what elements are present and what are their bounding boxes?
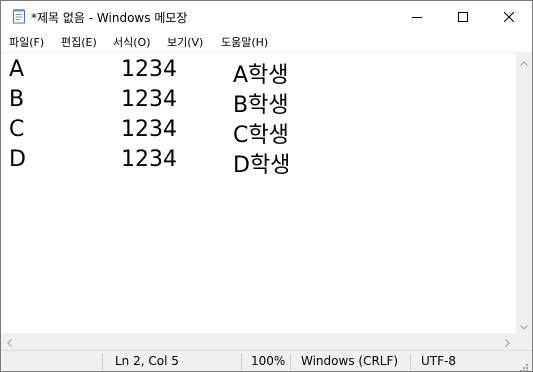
menu-help[interactable]: 도움말(H): [221, 34, 268, 50]
chevron-down-icon: [520, 315, 528, 334]
text-cell: 1234: [121, 117, 177, 142]
menu-bar: 파일(F) 편집(E) 서식(O) 보기(V) 도움말(H): [1, 31, 532, 52]
text-editor[interactable]: A 1234 A학생 B 1234 B학생 C 1234 C학생 D 1234 …: [1, 52, 516, 333]
text-cell: 1234: [121, 147, 177, 172]
text-line: C 1234 C학생: [9, 117, 289, 148]
text-line: D 1234 D학생: [9, 147, 290, 178]
menu-file[interactable]: 파일(F): [9, 34, 44, 50]
horizontal-scrollbar[interactable]: [1, 333, 516, 350]
chevron-up-icon: [520, 51, 528, 70]
status-cursor-position: Ln 2, Col 5: [115, 354, 179, 368]
text-cell: B: [9, 87, 25, 112]
close-button[interactable]: [486, 1, 532, 31]
scroll-down-button[interactable]: [516, 316, 532, 333]
resize-grip-icon[interactable]: [519, 358, 529, 371]
text-line: B 1234 B학생: [9, 87, 289, 118]
vertical-scrollbar[interactable]: [516, 52, 532, 333]
text-cell: B학생: [233, 93, 289, 118]
chevron-left-icon: [7, 332, 12, 351]
menu-view[interactable]: 보기(V): [167, 34, 203, 50]
text-cell: 1234: [121, 87, 177, 112]
text-cell: C: [9, 117, 25, 142]
window-title: *제목 없음 - Windows 메모장: [31, 11, 188, 25]
close-icon: [503, 7, 515, 26]
text-cell: A학생: [233, 63, 289, 88]
minimize-icon: [412, 7, 422, 26]
menu-edit[interactable]: 편집(E): [61, 34, 97, 50]
text-cell: A: [9, 57, 25, 82]
scroll-left-button[interactable]: [1, 333, 18, 350]
scrollbar-corner: [516, 333, 532, 350]
notepad-icon: [11, 8, 27, 24]
maximize-icon: [458, 7, 468, 26]
status-encoding: UTF-8: [421, 354, 456, 368]
title-bar[interactable]: *제목 없음 - Windows 메모장: [1, 1, 532, 31]
scroll-right-button[interactable]: [499, 333, 516, 350]
minimize-button[interactable]: [394, 1, 440, 31]
status-line-ending: Windows (CRLF): [301, 354, 399, 368]
text-cell: C학생: [233, 123, 289, 148]
scroll-up-button[interactable]: [516, 52, 532, 69]
menu-format[interactable]: 서식(O): [113, 34, 150, 50]
chevron-right-icon: [505, 332, 510, 351]
status-bar: Ln 2, Col 5 100% Windows (CRLF) UTF-8: [1, 350, 532, 371]
text-cell: 1234: [121, 57, 177, 82]
status-divider: [410, 353, 411, 370]
status-zoom: 100%: [251, 354, 286, 368]
status-divider: [241, 353, 242, 370]
text-line: A 1234 A학생: [9, 57, 289, 88]
notepad-window: *제목 없음 - Windows 메모장 파일(F) 편집(E) 서식(O) 보…: [0, 0, 533, 372]
status-divider: [290, 353, 291, 370]
status-divider: [102, 353, 103, 370]
text-cell: D: [9, 147, 26, 172]
text-cell: D학생: [233, 153, 291, 178]
maximize-button[interactable]: [440, 1, 486, 31]
